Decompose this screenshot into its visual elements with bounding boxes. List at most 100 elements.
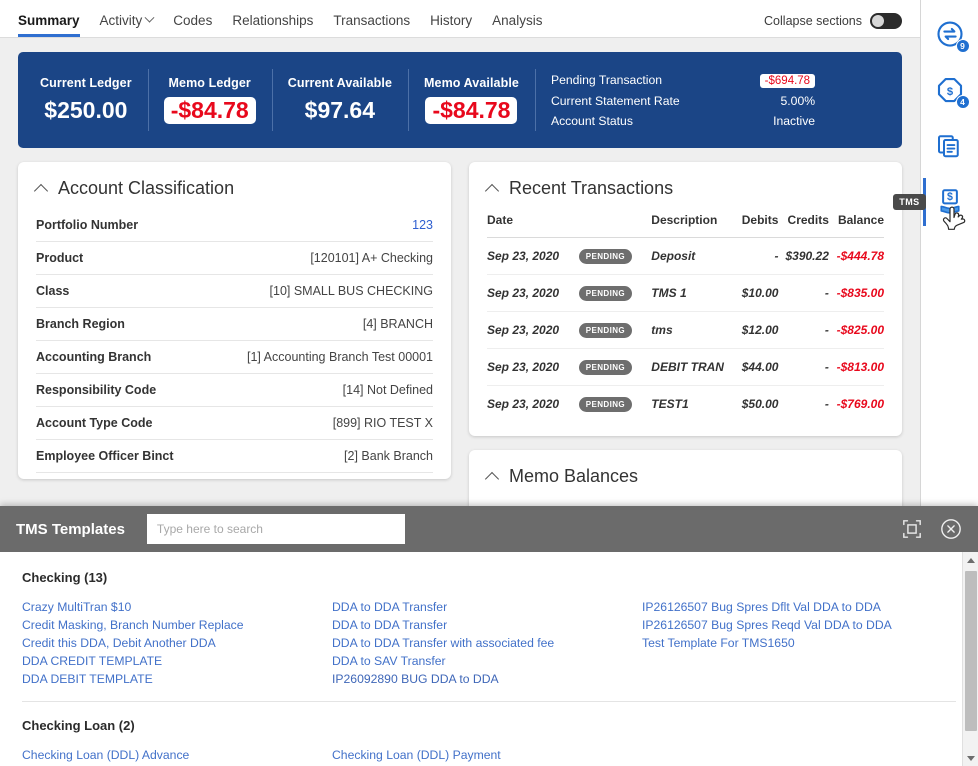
recent-transactions-header[interactable]: Recent Transactions [469, 162, 902, 209]
collapse-sections-toggle[interactable] [870, 13, 902, 29]
banner-cell-memo-ledger: Memo Ledger -$84.78 [147, 52, 272, 148]
scroll-down-button[interactable] [963, 750, 978, 766]
group-title: Checking Loan (2) [22, 718, 135, 733]
collapse-sections-control[interactable]: Collapse sections [764, 13, 902, 37]
col-date: Date [487, 209, 571, 238]
template-link[interactable]: IP26126507 Bug Spres Reqd Val DDA to DDA [642, 617, 952, 635]
close-circle-icon[interactable] [940, 518, 962, 540]
svg-text:$: $ [947, 191, 953, 203]
cell-status: PENDING [570, 274, 652, 312]
table-row[interactable]: Sep 23, 2020 PENDING Deposit - $390.22 -… [487, 237, 884, 275]
template-link[interactable]: DDA to DDA Transfer [332, 617, 642, 635]
tab-analysis[interactable]: Analysis [482, 13, 552, 37]
current-statement-rate-value: 5.00% [780, 93, 816, 108]
cell-credits: - [824, 397, 829, 411]
rail-item-transfers[interactable]: 9 [928, 14, 972, 54]
template-link[interactable]: DDA to SAV Transfer [332, 653, 642, 671]
template-link[interactable]: Checking Loan (DDL) Advance [22, 747, 332, 765]
kv-value: [10] SMALL BUS CHECKING [269, 284, 433, 298]
scrollbar-thumb[interactable] [965, 571, 977, 731]
cell-description: TMS 1 [651, 274, 736, 312]
template-link[interactable]: Test Template For TMS1650 [642, 635, 952, 653]
template-link[interactable]: IP26092890 BUG DDA to DDA [332, 671, 642, 689]
cell-date: Sep 23, 2020 [487, 348, 571, 386]
holds-badge: 4 [955, 95, 970, 109]
cell-date: Sep 23, 2020 [487, 311, 571, 349]
cell-credits: - [778, 274, 829, 312]
pending-transaction-label: Pending Transaction [550, 73, 663, 87]
tab-activity[interactable]: Activity [90, 12, 164, 37]
cell-balance: -$813.00 [828, 348, 884, 386]
cell-description: Deposit [651, 237, 736, 275]
search-input[interactable] [146, 514, 405, 544]
cell-description: DEBIT TRAN [651, 348, 736, 386]
template-link[interactable]: Checking Loan (DDL) Payment [332, 747, 642, 765]
table-row[interactable]: Sep 23, 2020 PENDING DEBIT TRAN $44.00 -… [487, 348, 884, 386]
pending-transaction-value: -$694.78 [759, 73, 816, 88]
rail-item-holds[interactable]: $ 4 [928, 70, 972, 110]
cell-credits: - [778, 311, 829, 349]
tms-dollar-icon: $ [939, 189, 960, 214]
tab-bar: Summary Activity Codes Relationships Tra… [0, 0, 920, 38]
overlay-scrollbar[interactable] [962, 552, 978, 766]
rail-item-tms[interactable]: TMS $ [893, 178, 972, 230]
cell-balance: -$769.00 [836, 397, 884, 411]
maximize-icon[interactable] [902, 519, 922, 539]
kv-value: [120101] A+ Checking [310, 251, 433, 265]
template-link[interactable]: Credit this DDA, Debit Another DDA [22, 635, 332, 653]
info-row-pending-transaction: Pending Transaction -$694.78 [550, 70, 816, 91]
status-badge: PENDING [578, 286, 633, 301]
tab-summary[interactable]: Summary [18, 13, 90, 37]
kv-row: Class [10] SMALL BUS CHECKING [36, 275, 433, 308]
template-link[interactable]: IP26126507 Bug Spres Dflt Val DDA to DDA [642, 599, 952, 617]
kv-value: [899] RIO TEST X [332, 416, 433, 430]
account-status-value: Inactive [773, 113, 816, 128]
tms-templates-scroll-area: Checking (13) Crazy MultiTran $10 Credit… [0, 552, 978, 765]
account-classification-header[interactable]: Account Classification [18, 162, 451, 209]
account-classification-title: Account Classification [58, 178, 235, 198]
tab-summary-label: Summary [18, 13, 80, 28]
kv-row: Branch Region [4] BRANCH [36, 308, 433, 341]
template-link[interactable]: DDA DEBIT TEMPLATE [22, 671, 332, 689]
kv-key: Branch Region [36, 317, 125, 331]
group-title: Checking (13) [22, 570, 108, 585]
template-link[interactable]: Credit Masking, Branch Number Replace [22, 617, 332, 635]
transfers-badge: 9 [955, 39, 970, 53]
table-body: Sep 23, 2020 PENDING Deposit - $390.22 -… [487, 237, 884, 423]
status-badge: PENDING [578, 360, 633, 375]
cell-debits: $50.00 [741, 397, 779, 411]
current-ledger-label: Current Ledger [40, 76, 132, 90]
scroll-up-button[interactable] [963, 552, 978, 568]
col-description: Description [651, 209, 736, 238]
table-row[interactable]: Sep 23, 2020 PENDING tms $12.00 - -$825.… [487, 311, 884, 349]
caret-down-icon [967, 755, 975, 761]
template-column: Checking Loan (DDL) Payment [332, 747, 642, 765]
tab-relationships[interactable]: Relationships [222, 13, 323, 37]
rail-item-documents[interactable] [928, 126, 972, 166]
table-row[interactable]: Sep 23, 2020 PENDING TMS 1 $10.00 - -$83… [487, 274, 884, 312]
memo-balances-header[interactable]: Memo Balances [469, 450, 902, 497]
tms-templates-body: Checking (13) Crazy MultiTran $10 Credit… [0, 552, 978, 766]
cell-date: Sep 23, 2020 [487, 274, 571, 312]
info-row-account-status: Account Status Inactive [551, 111, 815, 131]
template-link[interactable]: DDA to DDA Transfer with associated fee [332, 635, 642, 653]
kv-value[interactable]: 123 [412, 218, 433, 232]
cell-status: PENDING [570, 237, 652, 275]
chevron-down-icon [144, 12, 155, 23]
tab-transactions[interactable]: Transactions [323, 13, 420, 37]
kv-row: Portfolio Number 123 [36, 209, 433, 242]
kv-key: Accounting Branch [36, 350, 152, 364]
table-row[interactable]: Sep 23, 2020 PENDING TEST1 $50.00 - -$76… [487, 386, 884, 423]
template-link[interactable]: DDA to DDA Transfer [332, 599, 642, 617]
chevron-up-icon [484, 183, 500, 199]
template-link[interactable]: DDA CREDIT TEMPLATE [22, 653, 332, 671]
cell-status: PENDING [570, 311, 652, 349]
template-link[interactable]: Crazy MultiTran $10 [22, 599, 332, 617]
kv-row: Product [120101] A+ Checking [36, 242, 433, 275]
tab-codes[interactable]: Codes [163, 13, 222, 37]
col-balance: Balance [828, 209, 884, 238]
kv-value: [2] Bank Branch [344, 449, 433, 463]
cell-balance: -$825.00 [828, 311, 884, 349]
tab-codes-label: Codes [173, 13, 213, 28]
tab-history[interactable]: History [420, 13, 482, 37]
